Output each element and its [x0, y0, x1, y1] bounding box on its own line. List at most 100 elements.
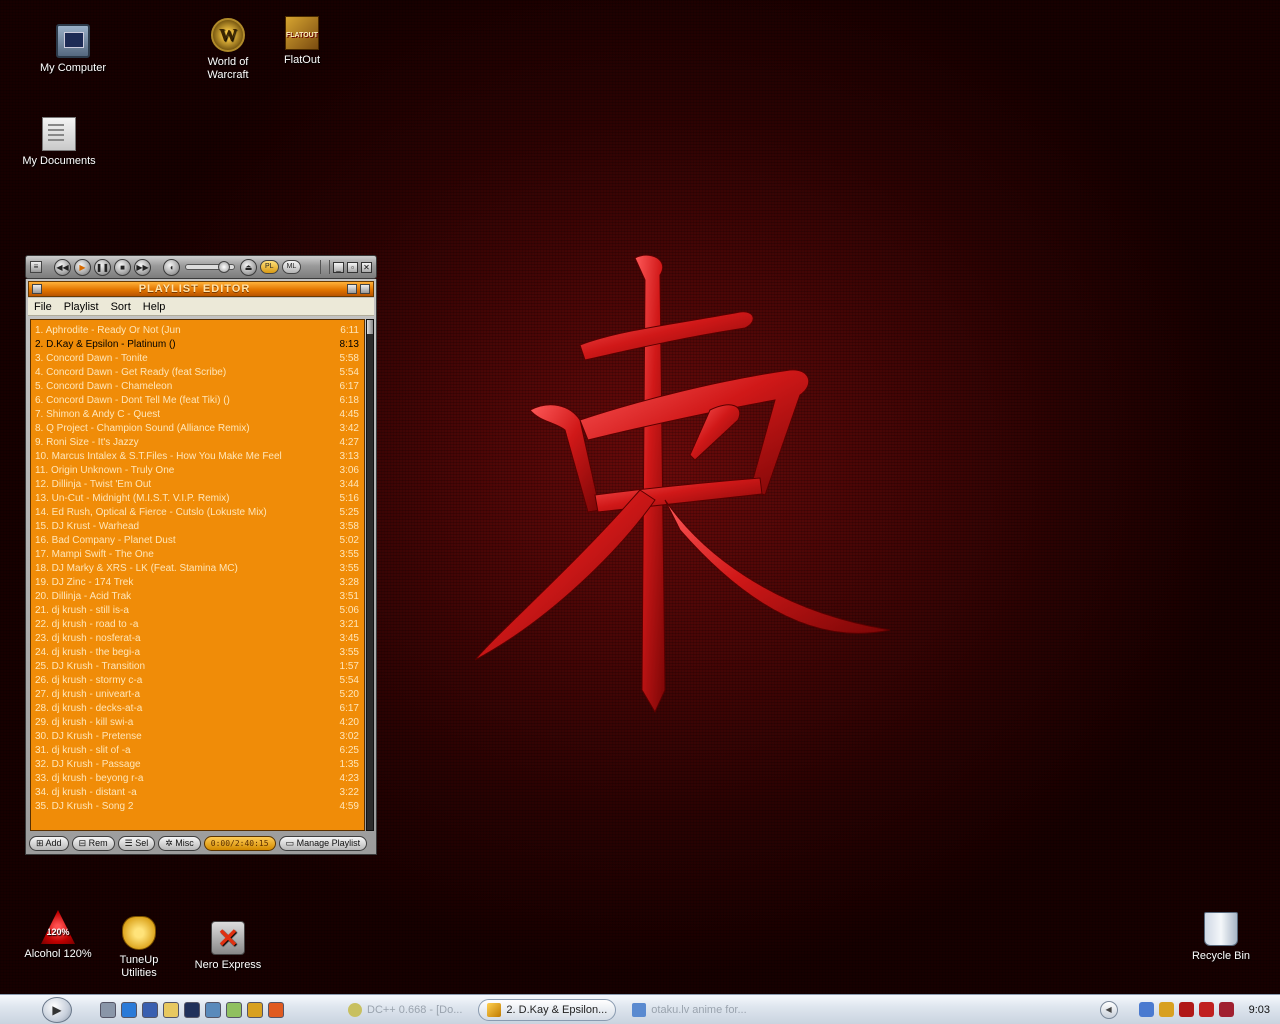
playlist-track-row[interactable]: 35. DJ Krush - Song 2 4:59: [31, 799, 364, 813]
playlist-track-row[interactable]: 19. DJ Zinc - 174 Trek 3:28: [31, 575, 364, 589]
next-track-button[interactable]: ▶▶: [134, 258, 151, 276]
playlist-track-row[interactable]: 12. Dillinja - Twist 'Em Out 3:44: [31, 477, 364, 491]
quick-launch-icon[interactable]: [121, 1001, 137, 1018]
playlist-track-row[interactable]: 20. Dillinja - Acid Trak 3:51: [31, 589, 364, 603]
desktop-icon-alcohol-120[interactable]: Alcohol 120%: [13, 910, 103, 961]
playlist-track-row[interactable]: 21. dj krush - still is-a 5:06: [31, 603, 364, 617]
playlist-track-row[interactable]: 25. DJ Krush - Transition 1:57: [31, 659, 364, 673]
playlist-track-row[interactable]: 3. Concord Dawn - Tonite 5:58: [31, 351, 364, 365]
quick-launch-icon[interactable]: [100, 1001, 116, 1018]
volume-knob[interactable]: [218, 261, 231, 273]
tray-collapse-icon[interactable]: ◀: [1099, 1000, 1118, 1019]
winamp-main-bar[interactable]: ≡ ◀◀ ▶ ❚❚ ■ ▶▶ ◖ ⏏ PL ML _ ▫ ✕: [25, 255, 377, 279]
quick-launch-icon[interactable]: [142, 1001, 158, 1018]
quick-launch-icon[interactable]: [163, 1001, 179, 1018]
taskbar-button-dcpp[interactable]: DC++ 0.668 - [Do...: [340, 999, 470, 1021]
tray-app-icon[interactable]: [1178, 1002, 1194, 1017]
menu-sort[interactable]: Sort: [105, 301, 137, 313]
desktop-icon-recycle-bin[interactable]: Recycle Bin: [1176, 912, 1266, 963]
desktop-icon-nero-express[interactable]: Nero Express: [183, 921, 273, 972]
select-button[interactable]: ☰ Sel: [117, 835, 156, 851]
tray-app-icon[interactable]: [1158, 1002, 1174, 1017]
playlist-track-row[interactable]: 34. dj krush - distant -a 3:22: [31, 785, 364, 799]
playlist-titlebar[interactable]: PLAYLIST EDITOR: [28, 281, 374, 297]
scrollbar-thumb[interactable]: [367, 320, 373, 334]
desktop-icon-flatout[interactable]: FlatOut: [257, 16, 347, 67]
tray-app-icon[interactable]: [1218, 1002, 1234, 1017]
minimize-icon[interactable]: _: [333, 261, 344, 273]
playlist-track-row[interactable]: 24. dj krush - the begi-a 3:55: [31, 645, 364, 659]
menu-playlist[interactable]: Playlist: [58, 301, 105, 313]
playlist-track-row[interactable]: 9. Roni Size - It's Jazzy 4:27: [31, 435, 364, 449]
playlist-track-row[interactable]: 29. dj krush - kill swi-a 4:20: [31, 715, 364, 729]
eject-button[interactable]: ⏏: [240, 258, 257, 276]
playlist-track-row[interactable]: 28. dj krush - decks-at-a 6:17: [31, 701, 364, 715]
shade-icon[interactable]: [347, 284, 357, 294]
playlist-toggle-button[interactable]: PL: [260, 260, 279, 274]
previous-track-button[interactable]: ◀◀: [54, 258, 71, 276]
playlist-track-row[interactable]: 16. Bad Company - Planet Dust 5:02: [31, 533, 364, 547]
playlist-track-row[interactable]: 17. Mampi Swift - The One 3:55: [31, 547, 364, 561]
quick-launch-icon[interactable]: [247, 1001, 263, 1018]
shade-icon[interactable]: ▫: [347, 261, 358, 273]
playlist-track-row[interactable]: 31. dj krush - slit of -a 6:25: [31, 743, 364, 757]
manage-playlist-button[interactable]: ▭ Manage Playlist: [278, 835, 368, 851]
quick-launch-icon[interactable]: [184, 1001, 200, 1018]
playlist-scrollbar[interactable]: [366, 319, 374, 831]
playlist-track-row[interactable]: 22. dj krush - road to -a 3:21: [31, 617, 364, 631]
add-button[interactable]: ⊞ Add: [29, 835, 69, 851]
drag-grip[interactable]: [320, 260, 330, 274]
playlist-track-row[interactable]: 6. Concord Dawn - Dont Tell Me (feat Tik…: [31, 393, 364, 407]
tray-app-icon[interactable]: [1138, 1002, 1154, 1017]
stop-button[interactable]: ■: [114, 258, 131, 276]
playlist-track-row[interactable]: 11. Origin Unknown - Truly One 3:06: [31, 463, 364, 477]
playlist-track-list[interactable]: 1. Aphrodite - Ready Or Not (Jun 6:11 2. D…: [30, 319, 365, 831]
playlist-track-row[interactable]: 13. Un-Cut - Midnight (M.I.S.T. V.I.P. R…: [31, 491, 364, 505]
playlist-menu-icon[interactable]: [32, 284, 42, 294]
play-button[interactable]: ▶: [74, 258, 91, 276]
taskbar-button-winamp[interactable]: 2. D.Kay & Epsilon...: [478, 998, 617, 1021]
menu-help[interactable]: Help: [137, 301, 172, 313]
playlist-track-row[interactable]: 14. Ed Rush, Optical & Fierce - Cutslo (…: [31, 505, 364, 519]
pause-button[interactable]: ❚❚: [94, 258, 111, 276]
playlist-track-row[interactable]: 15. DJ Krust - Warhead 3:58: [31, 519, 364, 533]
misc-button-label: Misc: [175, 837, 194, 848]
clock[interactable]: 9:03: [1249, 1004, 1270, 1016]
playlist-track-row[interactable]: 26. dj krush - stormy c-a 5:54: [31, 673, 364, 687]
playlist-bottom-bar: ⊞ Add ⊟ Rem ☰ Sel ✲ Misc 0:00/2:40:15 ▭ …: [29, 835, 373, 851]
quick-launch-icon[interactable]: [268, 1001, 284, 1018]
taskbar-button-browser[interactable]: otaku.lv anime for...: [624, 999, 754, 1021]
playlist-track-row[interactable]: 7. Shimon & Andy C - Quest 4:45: [31, 407, 364, 421]
playlist-track-row[interactable]: 32. DJ Krush - Passage 1:35: [31, 757, 364, 771]
playlist-editor-window[interactable]: PLAYLIST EDITOR File Playlist Sort Help …: [25, 279, 377, 855]
close-icon[interactable]: ✕: [361, 261, 372, 273]
media-library-toggle-button[interactable]: ML: [281, 260, 302, 274]
playlist-track-row[interactable]: 10. Marcus Intalex & S.T.Files - How You…: [31, 449, 364, 463]
winamp-menu-icon[interactable]: ≡: [30, 261, 42, 273]
quick-launch-icon[interactable]: [226, 1001, 242, 1018]
desktop-icon-my-computer[interactable]: My Computer: [28, 24, 118, 75]
playlist-track-row[interactable]: 30. DJ Krush - Pretense 3:02: [31, 729, 364, 743]
alcohol-icon: [41, 910, 75, 944]
track-duration: 5:16: [339, 492, 359, 504]
close-icon[interactable]: [360, 284, 370, 294]
playlist-track-row[interactable]: 4. Concord Dawn - Get Ready (feat Scribe…: [31, 365, 364, 379]
playlist-track-row[interactable]: 27. dj krush - univeart-a 5:20: [31, 687, 364, 701]
playlist-track-row[interactable]: 2. D.Kay & Epsilon - Platinum () 8:13: [31, 337, 364, 351]
quick-launch-icon[interactable]: [205, 1001, 221, 1018]
playlist-track-row[interactable]: 8. Q Project - Champion Sound (Alliance …: [31, 421, 364, 435]
start-button[interactable]: ▶: [42, 996, 72, 1023]
volume-slider[interactable]: [185, 261, 235, 273]
desktop-icon-my-documents[interactable]: My Documents: [14, 117, 104, 168]
playlist-track-row[interactable]: 33. dj krush - beyong r-a 4:23: [31, 771, 364, 785]
remove-button[interactable]: ⊟ Rem: [71, 835, 115, 851]
playlist-track-row[interactable]: 5. Concord Dawn - Chameleon 6:17: [31, 379, 364, 393]
recycle-bin-icon: [1204, 912, 1238, 946]
menu-file[interactable]: File: [28, 301, 58, 313]
desktop-icon-tuneup-utilities[interactable]: TuneUp Utilities: [94, 916, 184, 980]
tray-app-icon[interactable]: [1198, 1002, 1214, 1017]
misc-button[interactable]: ✲ Misc: [158, 835, 201, 851]
playlist-track-row[interactable]: 1. Aphrodite - Ready Or Not (Jun 6:11: [31, 323, 364, 337]
playlist-track-row[interactable]: 18. DJ Marky & XRS - LK (Feat. Stamina M…: [31, 561, 364, 575]
playlist-track-row[interactable]: 23. dj krush - nosferat-a 3:45: [31, 631, 364, 645]
